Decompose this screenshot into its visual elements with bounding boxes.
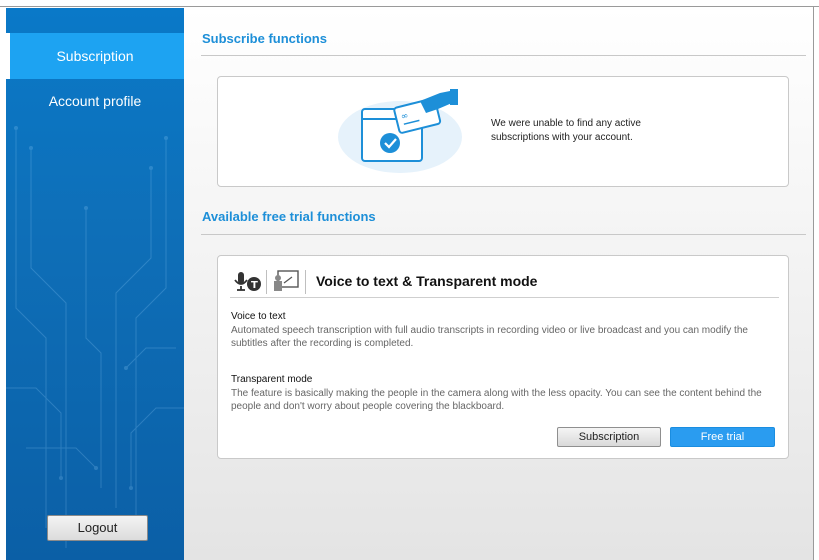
trial-card-title: Voice to text & Transparent mode [316, 273, 538, 289]
window-right-edge [813, 7, 819, 560]
sidebar: Subscription Account profile Logout [6, 8, 184, 560]
sidebar-item-label: Subscription [56, 48, 134, 64]
trial-section-title: Available free trial functions [202, 209, 376, 224]
subscription-button[interactable]: Subscription [557, 427, 661, 447]
empty-subscription-message: We were unable to find any active subscr… [491, 118, 641, 143]
icon-divider [305, 270, 306, 294]
sidebar-item-subscription[interactable]: Subscription [6, 33, 184, 79]
feature-description-transparent-mode: The feature is basically making the peop… [231, 388, 762, 412]
logout-button[interactable]: Logout [47, 515, 148, 541]
presenter-transparent-icon [274, 270, 299, 291]
app-window: Subscription Account profile Logout Subs… [0, 0, 819, 560]
window-top-edge [0, 0, 819, 7]
credit-card-hand-icon: ∞ [338, 89, 462, 173]
trial-card-header: T Voice to text & Transparent mode [230, 264, 779, 298]
free-trial-button[interactable]: Free trial [670, 427, 775, 447]
free-trial-card: T Voice to text & Transparent mode Voice… [217, 255, 789, 459]
svg-text:T: T [251, 280, 258, 291]
sidebar-item-label: Account profile [48, 93, 142, 109]
subscription-empty-card: ∞ We were unable to find any active subs… [217, 76, 789, 187]
icon-divider [266, 270, 267, 294]
sidebar-item-account-profile[interactable]: Account profile [6, 78, 184, 124]
feature-description-voice-to-text: Automated speech transcription with full… [231, 325, 748, 349]
feature-name-voice-to-text: Voice to text [231, 311, 286, 322]
main-content: Subscribe functions ∞ We were unable to … [184, 8, 813, 560]
microphone-text-icon: T [234, 272, 261, 291]
subscribe-section-title: Subscribe functions [202, 31, 327, 46]
section-divider [201, 234, 806, 235]
section-divider [201, 55, 806, 56]
feature-name-transparent-mode: Transparent mode [231, 374, 313, 385]
